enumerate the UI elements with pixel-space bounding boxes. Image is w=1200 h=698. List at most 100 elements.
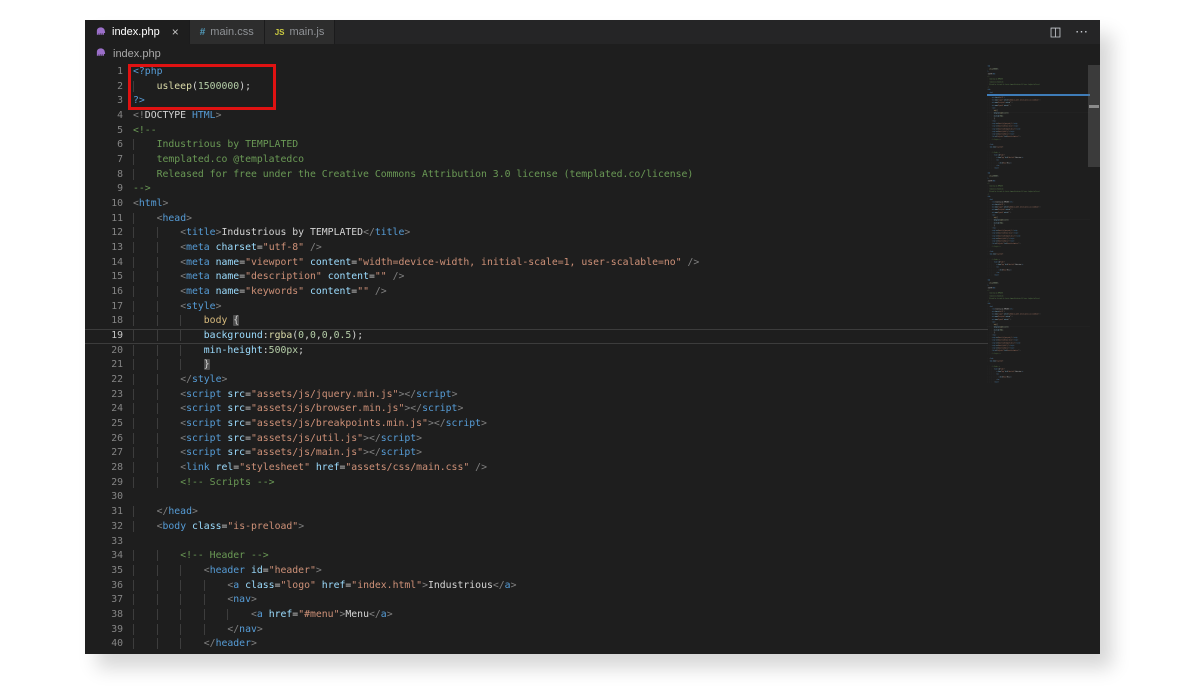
code-line[interactable]: 37 <nav> [85, 593, 988, 608]
tab-label: main.js [290, 26, 325, 38]
code-line[interactable]: 8 Released for free under the Creative C… [85, 168, 988, 183]
line-number: 32 [85, 520, 130, 535]
code-line[interactable]: 33 [85, 535, 988, 550]
code-content[interactable]: 1<?php2 usleep(1500000);3?>4<!DOCTYPE HT… [85, 65, 988, 654]
line-number: 28 [85, 461, 130, 476]
code-line[interactable]: 31 </head> [85, 505, 988, 520]
code-line[interactable]: 1<?php [85, 65, 988, 80]
code-line[interactable]: 41 [85, 652, 988, 654]
line-number: 41 [85, 652, 130, 654]
line-number: 29 [85, 476, 130, 491]
close-tab-icon[interactable]: × [172, 26, 179, 38]
code-line[interactable] [987, 384, 1090, 387]
scrollbar-slider[interactable] [1088, 65, 1100, 167]
code-line[interactable]: 34 <!-- Header --> [85, 549, 988, 564]
line-number: 21 [85, 358, 130, 373]
code-line[interactable]: 4<!DOCTYPE HTML> [85, 109, 988, 124]
line-number: 20 [85, 344, 130, 359]
line-number: 22 [85, 373, 130, 388]
line-number: 38 [85, 608, 130, 623]
tab-label: index.php [112, 26, 160, 38]
scrollbar-cursor-decoration [1089, 105, 1099, 108]
code-line[interactable]: 27 <script src="assets/js/main.js"></scr… [85, 446, 988, 461]
tab-strip: index.php × # main.css JS main.js [85, 20, 335, 44]
code-line[interactable]: 7 templated.co @templatedco [85, 153, 988, 168]
line-number: 7 [85, 153, 130, 168]
code-line[interactable]: 16 <meta name="keywords" content="" /> [85, 285, 988, 300]
code-line[interactable]: 29 <!-- Scripts --> [85, 476, 988, 491]
line-number: 15 [85, 270, 130, 285]
minimap-current-line-marker [987, 94, 1090, 96]
line-number: 18 [85, 314, 130, 329]
line-number: 2 [85, 80, 130, 95]
code-line[interactable]: 12 <title>Industrious by TEMPLATED</titl… [85, 226, 988, 241]
line-number: 14 [85, 256, 130, 271]
code-area[interactable]: 1<?php2 usleep(1500000);3?>4<!DOCTYPE HT… [85, 63, 1100, 654]
code-line[interactable]: 11 <head> [85, 212, 988, 227]
split-editor-icon[interactable] [1049, 26, 1062, 39]
code-line[interactable]: 22 </style> [85, 373, 988, 388]
code-line[interactable]: 18 body { [85, 314, 988, 329]
line-number: 25 [85, 417, 130, 432]
minimap[interactable]: <?php usleep(1500000);?><!DOCTYPE HTML><… [987, 63, 1090, 654]
code-line[interactable]: 5<!-- [85, 124, 988, 139]
line-number: 1 [85, 65, 130, 80]
line-number: 10 [85, 197, 130, 212]
tab-main.js[interactable]: JS main.js [265, 20, 336, 44]
code-line[interactable]: 19 background:rgba(0,0,0,0.5); [85, 329, 988, 344]
code-line[interactable]: 30 [85, 490, 988, 505]
line-number: 23 [85, 388, 130, 403]
line-number: 4 [85, 109, 130, 124]
css-icon: # [200, 27, 206, 38]
code-line[interactable]: 6 Industrious by TEMPLATED [85, 138, 988, 153]
code-line[interactable]: 14 <meta name="viewport" content="width=… [85, 256, 988, 271]
code-line[interactable]: 3?> [85, 94, 988, 109]
code-line[interactable]: 20 min-height:500px; [85, 344, 988, 359]
code-line[interactable]: 15 <meta name="description" content="" /… [85, 270, 988, 285]
code-line[interactable]: 32 <body class="is-preload"> [85, 520, 988, 535]
line-number: 9 [85, 182, 130, 197]
line-number: 30 [85, 490, 130, 505]
line-number: 5 [85, 124, 130, 139]
js-icon: JS [275, 28, 285, 37]
line-number: 40 [85, 637, 130, 652]
editor-actions: ⋯ [1049, 20, 1100, 44]
line-number: 36 [85, 579, 130, 594]
line-number: 27 [85, 446, 130, 461]
line-number: 16 [85, 285, 130, 300]
line-number: 6 [85, 138, 130, 153]
vscode-editor-window: index.php × # main.css JS main.js ⋯ index.php… [85, 20, 1100, 654]
code-line[interactable]: 17 <style> [85, 300, 988, 315]
line-number: 35 [85, 564, 130, 579]
code-line[interactable]: 36 <a class="logo" href="index.html">Ind… [85, 579, 988, 594]
code-line[interactable]: 38 <a href="#menu">Menu</a> [85, 608, 988, 623]
code-line[interactable]: 25 <script src="assets/js/breakpoints.mi… [85, 417, 988, 432]
code-line[interactable]: 23 <script src="assets/js/jquery.min.js"… [85, 388, 988, 403]
line-number: 26 [85, 432, 130, 447]
code-line[interactable]: 2 usleep(1500000); [85, 80, 988, 95]
code-line[interactable]: 28 <link rel="stylesheet" href="assets/c… [85, 461, 988, 476]
code-line[interactable]: 13 <meta charset="utf-8" /> [85, 241, 988, 256]
line-number: 34 [85, 549, 130, 564]
editor-scrollbar[interactable] [1088, 63, 1100, 654]
line-number: 19 [85, 329, 130, 344]
code-line[interactable]: 10<html> [85, 197, 988, 212]
tab-main.css[interactable]: # main.css [190, 20, 265, 44]
code-line[interactable]: 21 } [85, 358, 988, 373]
tab-bar: index.php × # main.css JS main.js ⋯ [85, 20, 1100, 44]
line-number: 12 [85, 226, 130, 241]
code-line[interactable]: 26 <script src="assets/js/util.js"></scr… [85, 432, 988, 447]
code-line[interactable]: 9--> [85, 182, 988, 197]
line-number: 24 [85, 402, 130, 417]
code-line[interactable]: 40 </header> [85, 637, 988, 652]
tab-index.php[interactable]: index.php × [85, 20, 190, 44]
breadcrumb[interactable]: index.php [85, 44, 1100, 63]
breadcrumb-file-label: index.php [113, 48, 161, 60]
more-actions-icon[interactable]: ⋯ [1075, 24, 1089, 40]
tab-label: main.css [210, 26, 253, 38]
code-line[interactable]: 24 <script src="assets/js/browser.min.js… [85, 402, 988, 417]
code-line[interactable]: 35 <header id="header"> [85, 564, 988, 579]
line-number: 31 [85, 505, 130, 520]
line-number: 17 [85, 300, 130, 315]
code-line[interactable]: 39 </nav> [85, 623, 988, 638]
